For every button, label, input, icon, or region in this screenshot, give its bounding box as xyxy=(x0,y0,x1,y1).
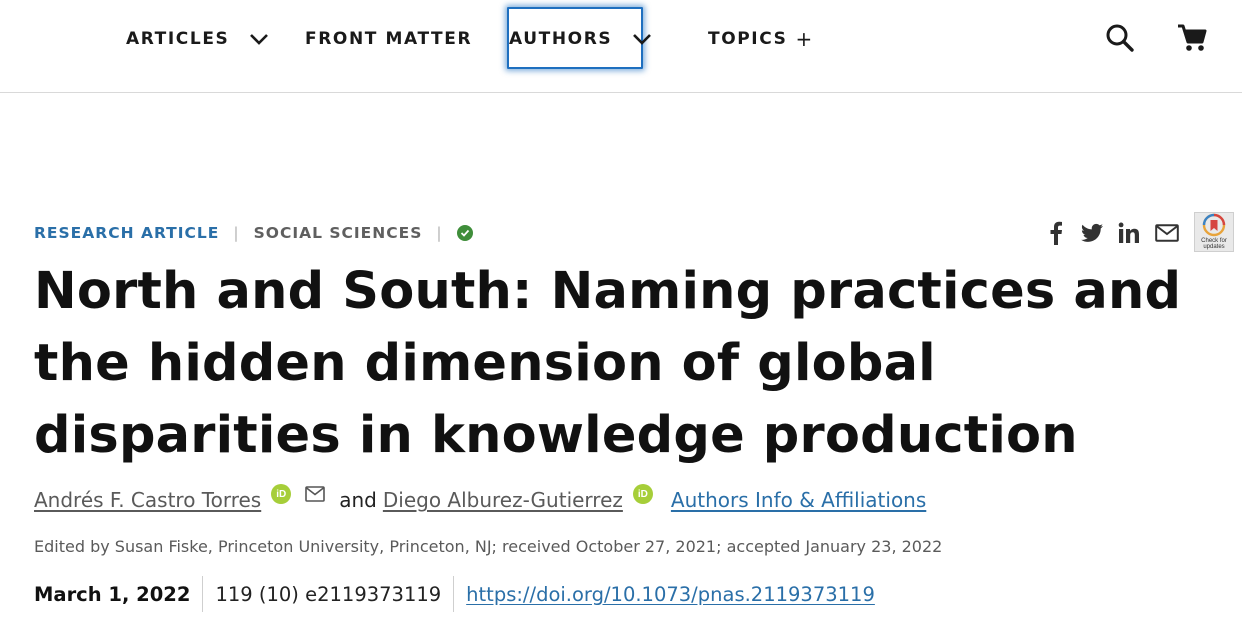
article-section-link[interactable]: SOCIAL SCIENCES xyxy=(254,224,423,242)
publication-info: March 1, 2022 119 (10) e2119373119 https… xyxy=(34,576,875,612)
facebook-icon xyxy=(1050,221,1062,245)
chevron-down-icon xyxy=(633,34,652,45)
nav-articles[interactable]: ARTICLES xyxy=(126,27,269,51)
author-link[interactable]: Andrés F. Castro Torres xyxy=(34,488,261,512)
check-icon xyxy=(456,225,473,241)
article-meta: RESEARCH ARTICLE | SOCIAL SCIENCES | xyxy=(34,222,473,244)
twitter-icon xyxy=(1081,223,1103,242)
chevron-down-icon xyxy=(250,34,269,45)
authors-info-affiliations-link[interactable]: Authors Info & Affiliations xyxy=(671,488,926,512)
linkedin-icon xyxy=(1118,222,1139,243)
nav-front-matter[interactable]: FRONT MATTER xyxy=(305,27,472,51)
email-icon xyxy=(1155,224,1179,242)
cart-button[interactable] xyxy=(1176,22,1208,54)
plus-icon: + xyxy=(795,27,813,51)
divider xyxy=(202,576,204,612)
meta-separator: | xyxy=(233,224,240,242)
cart-icon xyxy=(1178,24,1207,51)
orcid-icon[interactable]: iD xyxy=(271,484,292,504)
author-list: Andrés F. Castro Torres iD and Diego Alb… xyxy=(34,484,926,514)
share-email-button[interactable] xyxy=(1154,220,1180,246)
nav-topics-label: TOPICS xyxy=(708,29,788,49)
share-linkedin-button[interactable] xyxy=(1117,220,1141,246)
top-navigation: ARTICLES FRONT MATTER AUTHORS TOPICS + xyxy=(0,0,1242,93)
search-icon xyxy=(1106,24,1134,52)
article-type-link[interactable]: RESEARCH ARTICLE xyxy=(34,224,219,242)
share-facebook-button[interactable] xyxy=(1046,220,1066,246)
nav-authors-label: AUTHORS xyxy=(509,29,613,49)
nav-front-matter-label: FRONT MATTER xyxy=(305,29,473,49)
orcid-icon[interactable]: iD xyxy=(632,484,653,504)
search-button[interactable] xyxy=(1104,22,1136,54)
article-title: North and South: Naming practices and th… xyxy=(34,262,1182,465)
publication-date: March 1, 2022 xyxy=(34,582,191,606)
doi-link[interactable]: https://doi.org/10.1073/pnas.2119373119 xyxy=(466,583,875,606)
email-icon[interactable] xyxy=(305,486,326,502)
check-for-updates-button[interactable]: Check for updates xyxy=(1194,212,1234,252)
author-link[interactable]: Diego Alburez-Gutierrez xyxy=(383,488,623,512)
volume-issue: 119 (10) e2119373119 xyxy=(215,582,442,606)
divider xyxy=(453,576,455,612)
nav-topics[interactable]: TOPICS + xyxy=(708,27,812,51)
author-conjunction: and xyxy=(339,488,377,512)
editorial-history: Edited by Susan Fiske, Princeton Univers… xyxy=(34,537,943,556)
check-for-updates-label: Check for updates xyxy=(1201,238,1227,250)
meta-separator: | xyxy=(436,224,443,242)
share-twitter-button[interactable] xyxy=(1080,220,1104,246)
check-for-updates-icon xyxy=(1202,213,1226,237)
nav-articles-label: ARTICLES xyxy=(126,29,230,49)
nav-authors[interactable]: AUTHORS xyxy=(509,27,652,51)
